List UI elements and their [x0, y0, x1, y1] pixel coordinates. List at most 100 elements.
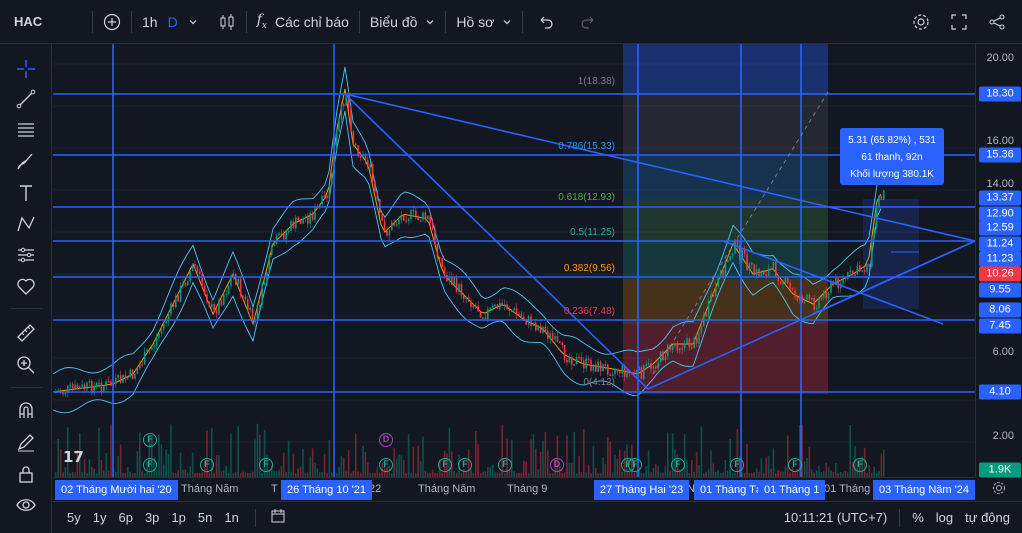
layout-button[interactable]: Biểu đồ [360, 0, 445, 44]
time-tag: 03 Tháng Năm '24 [873, 480, 975, 500]
price-scale[interactable]: 20.00 16.00 14.00 6.00 2.00 18.30 15.36 13… [975, 44, 1022, 478]
trendline-tool[interactable] [13, 86, 39, 112]
fib-text: 0.382(9.56) [563, 263, 615, 274]
price-tag: 1.9K [979, 462, 1021, 478]
range-1y[interactable]: 1y [87, 510, 113, 525]
pencil-lock-icon [17, 434, 34, 452]
indicators-button[interactable]: fx Các chỉ báo [247, 0, 359, 44]
candles-icon [220, 13, 234, 30]
fib-label-0786: 0.786(15.33) [558, 141, 615, 152]
earnings-marker[interactable]: F [853, 458, 867, 472]
range-5y[interactable]: 5y [61, 510, 87, 525]
earnings-marker[interactable]: F [143, 458, 157, 472]
earnings-marker[interactable]: F [379, 458, 393, 472]
interval-1h[interactable]: 1h [142, 14, 158, 30]
earnings-marker[interactable]: F [143, 433, 157, 447]
zoom-tool[interactable] [13, 352, 39, 378]
redo-button[interactable] [569, 0, 607, 44]
fib-lines-icon [18, 123, 34, 137]
fib-text: 0.786(15.33) [558, 141, 615, 152]
price-tick: 6.00 [992, 346, 1014, 358]
compare-button[interactable] [93, 0, 131, 44]
pattern-tool[interactable] [13, 211, 39, 237]
lock-drawings-tool[interactable] [13, 461, 39, 487]
chart-pane[interactable]: 1(18.38) 0.786(15.33) 0.618(12.93) 0.5(1… [53, 44, 975, 477]
log-toggle[interactable]: log [930, 510, 959, 525]
goto-date-button[interactable] [256, 508, 292, 527]
brush-tool[interactable] [13, 148, 39, 174]
price-tag: 4.10 [979, 384, 1021, 400]
calendar-icon [271, 509, 285, 523]
undo-button[interactable] [523, 0, 569, 44]
range-1d[interactable]: 1n [218, 510, 244, 525]
horizontal-lines[interactable] [53, 93, 975, 393]
pattern-icon [17, 216, 35, 232]
prediction-tool[interactable] [13, 242, 39, 268]
earnings-marker[interactable]: F [458, 458, 472, 472]
measure-tool[interactable] [13, 320, 39, 346]
price-tag: 9.55 [979, 282, 1021, 298]
axis-settings-button[interactable] [992, 481, 1006, 498]
earnings-marker[interactable]: F [438, 458, 452, 472]
time-axis[interactable]: Tháng Năm T 22 Tháng Năm Tháng 9 N 01 Th… [53, 477, 975, 501]
price-tick: 2.00 [992, 430, 1014, 442]
crosshair-tool[interactable] [13, 56, 39, 82]
divider [10, 387, 42, 388]
interval-selector[interactable]: 1h D [132, 0, 208, 44]
favorites-tool[interactable] [13, 273, 39, 299]
top-toolbar: HAC 1h D fx Các chỉ báo Biểu đồ Hồ sơ [0, 0, 1022, 44]
dividend-marker[interactable]: D [550, 458, 564, 472]
chevron-down-icon [189, 19, 197, 24]
tooltip-change: 5.31 (65.82%) , 531 [848, 135, 936, 146]
price-tag: 8.06 [979, 302, 1021, 318]
percent-toggle[interactable]: % [906, 510, 930, 525]
fib-zone-blue [623, 154, 828, 199]
symbol-search[interactable]: HAC [0, 0, 92, 44]
settings-button[interactable] [902, 0, 940, 44]
range-5d[interactable]: 5n [192, 510, 218, 525]
gear-icon [993, 482, 1005, 494]
time-label: Tháng Năm [418, 483, 476, 495]
auto-toggle[interactable]: tự động [959, 510, 1022, 525]
share-icon [989, 14, 1005, 30]
earnings-marker[interactable]: F [200, 458, 214, 472]
price-tag: 11.24 [979, 236, 1021, 252]
fib-label-0618: 0.618(12.93) [558, 192, 615, 203]
chevron-down-icon [426, 19, 434, 24]
price-tag: 11.23 [979, 251, 1021, 267]
hide-drawings-tool[interactable] [13, 492, 39, 518]
trendline-icon [16, 89, 36, 109]
time-label: Tháng Năm [181, 483, 239, 495]
fib-tool[interactable] [13, 117, 39, 143]
fullscreen-icon [951, 14, 967, 30]
time-label: T [271, 483, 278, 495]
dividend-marker[interactable]: D [379, 433, 393, 447]
text-tool[interactable] [13, 180, 39, 206]
earnings-marker[interactable]: F [628, 458, 642, 472]
earnings-marker[interactable]: F [788, 458, 802, 472]
fib-text: 0.618(12.93) [558, 192, 615, 203]
keep-drawing-tool[interactable] [13, 429, 39, 455]
profile-button[interactable]: Hồ sơ [446, 0, 522, 44]
tradingview-logo: 17 [63, 448, 84, 466]
range-6m[interactable]: 6p [112, 510, 138, 525]
price-chart[interactable] [53, 44, 975, 477]
earnings-marker[interactable]: F [498, 458, 512, 472]
layout-label: Biểu đồ [369, 13, 418, 30]
time-tag: 27 Tháng Hai '23 [594, 480, 690, 500]
interval-day[interactable]: D [168, 14, 178, 30]
range-1m[interactable]: 1p [165, 510, 191, 525]
earnings-marker[interactable]: F [671, 458, 685, 472]
chart-style-button[interactable] [208, 0, 246, 44]
share-button[interactable] [978, 0, 1022, 44]
range-3m[interactable]: 3p [139, 510, 165, 525]
magnet-tool[interactable] [13, 398, 39, 424]
lock-icon [19, 466, 33, 483]
earnings-marker[interactable]: F [730, 458, 744, 472]
clock[interactable]: 10:11:21 (UTC+7) [778, 510, 893, 525]
position-profit-zone [623, 44, 828, 94]
fullscreen-button[interactable] [940, 0, 978, 44]
price-tag: 15.36 [979, 147, 1021, 163]
earnings-marker[interactable]: F [259, 458, 273, 472]
fib-text: 0.5(11.25) [570, 227, 615, 238]
